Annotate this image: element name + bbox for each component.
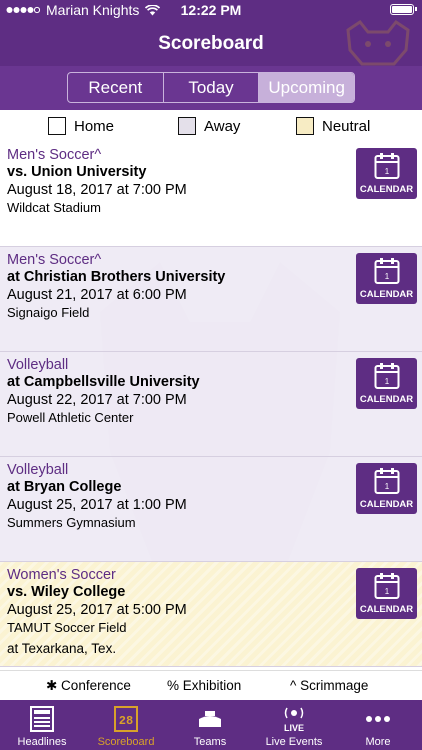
svg-text:1: 1: [385, 272, 390, 281]
schedule-list[interactable]: Men's Soccer^ vs. Union University Augus…: [0, 142, 422, 670]
list-item[interactable]: Volleyball at Bryan College August 25, 2…: [0, 457, 422, 562]
calendar-label: CALENDAR: [359, 184, 414, 195]
status-bar: Marian Knights 12:22 PM: [0, 0, 422, 20]
svg-text:LIVE: LIVE: [284, 723, 304, 733]
game-opponent: vs. Wiley College: [7, 584, 126, 600]
calendar-icon: 1: [374, 468, 400, 494]
calendar-icon: 1: [374, 363, 400, 389]
segment-today[interactable]: Today: [164, 73, 260, 102]
home-swatch: [48, 117, 66, 135]
more-icon: [366, 716, 390, 722]
newspaper-icon: [30, 706, 54, 732]
game-city: at Texarkana, Tex.: [7, 641, 117, 656]
tab-scoreboard-label: Scoreboard: [97, 736, 155, 748]
game-venue: TAMUT Soccer Field: [7, 620, 127, 635]
svg-text:28: 28: [119, 714, 133, 728]
game-venue: Powell Athletic Center: [7, 410, 134, 425]
game-sport: Women's Soccer: [7, 567, 116, 583]
live-icon: LIVE: [284, 707, 304, 733]
calendar-label: CALENDAR: [359, 394, 414, 405]
scoreboard-icon: 28: [114, 706, 138, 732]
legend-scrimmage: ^ Scrimmage: [290, 678, 369, 693]
svg-text:1: 1: [385, 377, 390, 386]
neutral-swatch: [296, 117, 314, 135]
tab-more-label: More: [365, 736, 391, 748]
tab-teams-label: Teams: [193, 736, 227, 748]
calendar-icon: 1: [374, 573, 400, 599]
tab-scoreboard[interactable]: 28 Scoreboard: [84, 700, 168, 750]
tab-headlines[interactable]: Headlines: [0, 700, 84, 750]
tab-teams[interactable]: Teams: [168, 700, 252, 750]
svg-text:1: 1: [385, 482, 390, 491]
tab-live-events[interactable]: LIVE Live Events: [252, 700, 336, 750]
add-to-calendar-button[interactable]: 1 CALENDAR: [356, 568, 417, 619]
svg-text:1: 1: [385, 167, 390, 176]
battery-icon: [390, 4, 417, 15]
calendar-label: CALENDAR: [359, 499, 414, 510]
game-datetime: August 25, 2017 at 5:00 PM: [7, 602, 187, 618]
game-datetime: August 22, 2017 at 7:00 PM: [7, 392, 187, 408]
calendar-label: CALENDAR: [359, 289, 414, 300]
legend-exhibition: % Exhibition: [167, 678, 242, 693]
add-to-calendar-button[interactable]: 1 CALENDAR: [356, 253, 417, 304]
game-opponent: at Campbellsville University: [7, 374, 200, 390]
tab-live-events-label: Live Events: [265, 736, 323, 748]
game-datetime: August 25, 2017 at 1:00 PM: [7, 497, 187, 513]
legend-neutral: Neutral: [296, 117, 370, 135]
game-sport: Men's Soccer^: [7, 147, 102, 163]
game-opponent: at Bryan College: [7, 479, 122, 495]
list-item[interactable]: Men's Soccer^ at Christian Brothers Univ…: [0, 247, 422, 352]
game-opponent: vs. Union University: [7, 164, 147, 180]
game-venue: Wildcat Stadium: [7, 200, 101, 215]
segment-bar: Recent Today Upcoming: [0, 66, 422, 110]
legend-home: Home: [48, 117, 114, 135]
wildcat-logo-icon: [346, 20, 410, 66]
segment-upcoming[interactable]: Upcoming: [259, 73, 354, 102]
add-to-calendar-button[interactable]: 1 CALENDAR: [356, 463, 417, 514]
game-venue: Summers Gymnasium: [7, 515, 136, 530]
tab-more[interactable]: More: [336, 700, 420, 750]
calendar-label: CALENDAR: [359, 604, 414, 615]
location-legend: Home Away Neutral: [0, 110, 422, 142]
game-datetime: August 18, 2017 at 7:00 PM: [7, 182, 187, 198]
stadium-icon: [199, 711, 221, 727]
legend-away: Away: [178, 117, 240, 135]
tab-headlines-label: Headlines: [17, 736, 67, 748]
filter-segmented-control: Recent Today Upcoming: [67, 72, 355, 103]
add-to-calendar-button[interactable]: 1 CALENDAR: [356, 358, 417, 409]
legend-conference: ✱ Conference: [46, 678, 131, 693]
legend-away-label: Away: [204, 117, 241, 135]
legend-neutral-label: Neutral: [322, 117, 371, 135]
game-datetime: August 21, 2017 at 6:00 PM: [7, 287, 187, 303]
legend-home-label: Home: [74, 117, 115, 135]
list-item[interactable]: Women's Soccer vs. Wiley College August …: [0, 562, 422, 667]
game-opponent: at Christian Brothers University: [7, 269, 226, 285]
list-item[interactable]: Volleyball at Campbellsville University …: [0, 352, 422, 457]
calendar-icon: 1: [374, 258, 400, 284]
add-to-calendar-button[interactable]: 1 CALENDAR: [356, 148, 417, 199]
game-sport: Volleyball: [7, 357, 69, 373]
navigation-bar: Scoreboard: [0, 20, 422, 66]
game-sport: Volleyball: [7, 462, 69, 478]
status-time: 12:22 PM: [180, 2, 242, 18]
segment-recent[interactable]: Recent: [68, 73, 164, 102]
calendar-icon: 1: [374, 153, 400, 179]
game-type-legend: ✱ Conference % Exhibition ^ Scrimmage: [0, 670, 422, 700]
svg-text:1: 1: [385, 587, 390, 596]
tab-bar: Headlines 28 Scoreboard Teams LIVE Live …: [0, 700, 422, 750]
list-item[interactable]: Men's Soccer^ vs. Union University Augus…: [0, 142, 422, 247]
game-sport: Men's Soccer^: [7, 252, 102, 268]
game-venue: Signaigo Field: [7, 305, 90, 320]
away-swatch: [178, 117, 196, 135]
